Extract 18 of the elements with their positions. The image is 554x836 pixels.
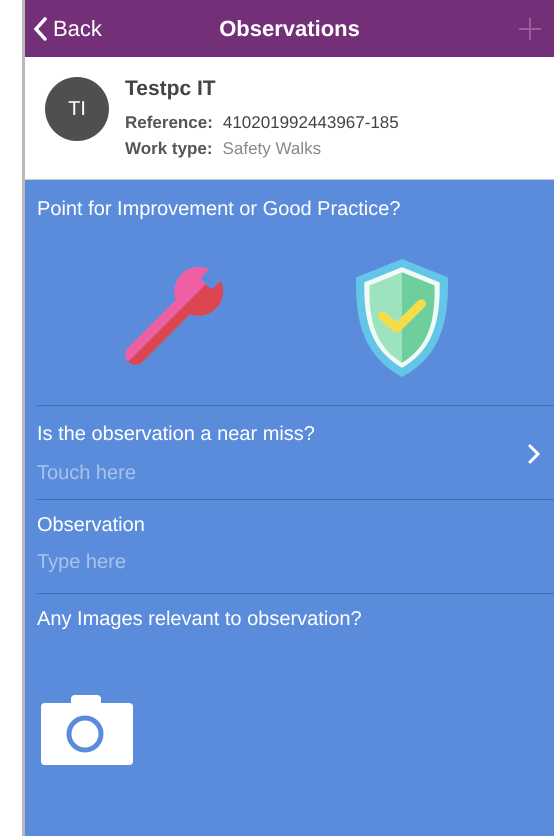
- detail-value: Safety Walks: [222, 139, 322, 159]
- chevron-right-icon: [528, 444, 540, 464]
- user-name: Testpc IT: [125, 77, 217, 101]
- detail-label: Reference:: [125, 113, 213, 133]
- field-placeholder: Touch here: [37, 462, 137, 484]
- field-label: Observation: [37, 514, 146, 537]
- plus-icon: [518, 16, 542, 40]
- images-label: Any Images relevant to observation?: [37, 608, 363, 631]
- detail-label: Work type:: [125, 139, 213, 159]
- back-button[interactable]: Back: [25, 16, 110, 42]
- observation-input[interactable]: Type here: [37, 551, 337, 574]
- avatar: TI: [45, 77, 109, 141]
- question-text: Point for Improvement or Good Practice?: [37, 197, 402, 221]
- screen-title: Observations: [219, 16, 360, 42]
- chevron-left-icon: [33, 16, 47, 40]
- camera-icon: [41, 695, 133, 765]
- detail-value: 410201992443967-185: [222, 113, 399, 133]
- field-label: Is the observation a near miss?: [37, 422, 315, 446]
